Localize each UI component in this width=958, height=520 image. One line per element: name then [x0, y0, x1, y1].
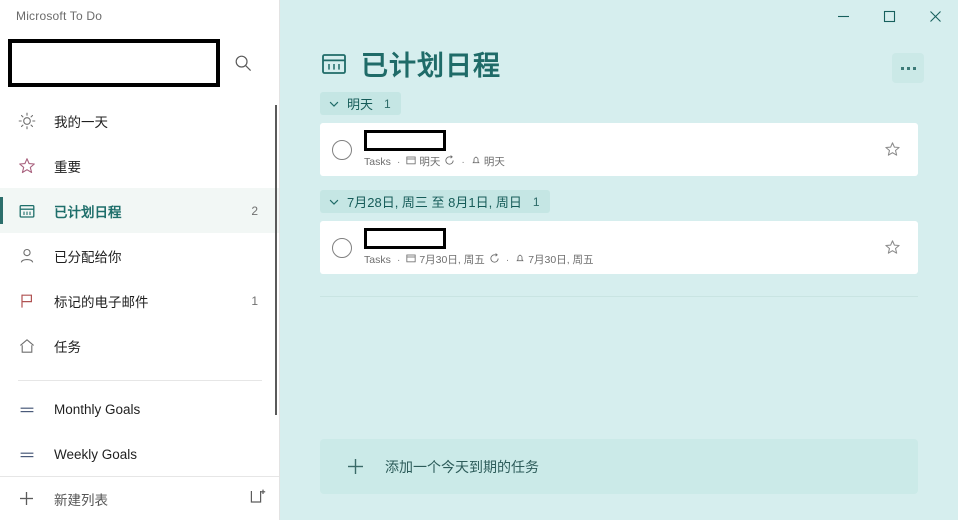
sidebar-item-assigned-to-you[interactable]: 已分配给你 — [0, 233, 280, 278]
repeat-icon — [489, 252, 500, 267]
star-icon[interactable] — [882, 140, 902, 160]
person-icon — [18, 247, 48, 265]
dot — [900, 66, 904, 70]
group-title: 明天 — [347, 97, 374, 112]
minimize-icon[interactable] — [820, 0, 866, 32]
task-list-name: Tasks — [364, 155, 391, 168]
calendar-icon — [18, 202, 48, 220]
sidebar-item-label: 重要 — [54, 159, 81, 175]
sidebar-nav: 我的一天 重要 已计划日程 2 已分配给你 标记的电子邮件 1 任务 Month… — [0, 94, 280, 477]
window-titlebar: Microsoft To Do — [0, 0, 280, 32]
sidebar-scrollbar[interactable] — [275, 105, 277, 415]
circle-unchecked-icon[interactable] — [332, 237, 352, 258]
sidebar-item-flagged-email[interactable]: 标记的电子邮件 1 — [0, 278, 280, 323]
maximize-icon[interactable] — [866, 0, 912, 32]
add-task-label: 添加一个今天到期的任务 — [385, 458, 539, 475]
calendar-icon — [320, 49, 348, 77]
task-reminder: 明天 — [471, 154, 505, 169]
close-icon[interactable] — [912, 0, 958, 32]
app-title: Microsoft To Do — [16, 9, 103, 23]
task-title[interactable] — [364, 130, 446, 151]
list-icon — [18, 446, 48, 464]
star-icon — [18, 157, 48, 175]
meta-separator: · — [505, 253, 510, 266]
sidebar-item-planned[interactable]: 已计划日程 2 — [0, 188, 280, 233]
meta-separator: · — [461, 155, 465, 168]
group-title: 7月28日, 周三 至 8月1日, 周日 — [347, 195, 522, 210]
task-metadata: Tasks · 7月30日, 周五 · 7月30日, 周五 — [364, 252, 882, 267]
star-icon[interactable] — [882, 238, 902, 258]
chevron-down-icon — [328, 196, 340, 208]
sidebar-item-count: 2 — [251, 203, 258, 218]
sidebar-list-label: Monthly Goals — [54, 402, 141, 417]
sidebar-divider — [18, 380, 262, 381]
sidebar-item-label: 任务 — [54, 339, 81, 355]
sidebar-item-my-day[interactable]: 我的一天 — [0, 98, 280, 143]
task-due: 明天 — [406, 154, 440, 169]
group-header-date-range[interactable]: 7月28日, 周三 至 8月1日, 周日 1 — [320, 190, 550, 213]
plus-icon — [346, 457, 365, 476]
sidebar-item-label: 我的一天 — [54, 114, 108, 130]
repeat-icon — [444, 154, 455, 169]
sidebar-item-label: 已计划日程 — [54, 204, 122, 220]
sidebar-item-tasks[interactable]: 任务 — [0, 323, 280, 368]
task-reminder-label: 明天 — [483, 156, 505, 168]
sidebar: Microsoft To Do 我的一天 重要 已计划日程 2 已分配给你 标记… — [0, 0, 280, 520]
calendar-icon — [406, 155, 416, 168]
sidebar-list-weekly-goals[interactable]: Weekly Goals — [0, 432, 280, 477]
new-list-bar: 新建列表 — [0, 476, 280, 520]
task-reminder-label: 7月30日, 周五 — [528, 254, 594, 266]
group-count: 1 — [532, 194, 540, 209]
new-group-icon[interactable] — [249, 488, 266, 510]
task-list-name: Tasks — [364, 253, 391, 266]
page-title: 已计划日程 — [361, 50, 501, 81]
task-reminder: 7月30日, 周五 — [515, 252, 594, 267]
task-row[interactable]: Tasks · 明天 · 明天 — [320, 123, 918, 176]
search-icon[interactable] — [220, 54, 266, 73]
task-row[interactable]: Tasks · 7月30日, 周五 · 7月30日, 周五 — [320, 221, 918, 274]
sidebar-item-count: 1 — [251, 293, 258, 308]
task-due-label: 明天 — [419, 156, 441, 168]
sun-icon — [18, 112, 48, 130]
meta-separator: · — [396, 253, 401, 266]
group-count: 1 — [384, 96, 391, 111]
task-due: 7月30日, 周五 — [406, 252, 485, 267]
main-panel: 已计划日程 明天 1 Tasks · 明天 · 明天 7月28日, 周三 至 8… — [280, 0, 958, 520]
add-task-button[interactable]: 添加一个今天到期的任务 — [320, 439, 918, 494]
task-body: Tasks · 7月30日, 周五 · 7月30日, 周五 — [364, 228, 882, 267]
task-title[interactable] — [364, 228, 446, 249]
app-window: Microsoft To Do 我的一天 重要 已计划日程 2 已分配给你 标记… — [0, 0, 958, 520]
task-content: 明天 1 Tasks · 明天 · 明天 7月28日, 周三 至 8月1日, 周… — [280, 92, 958, 297]
chevron-down-icon — [328, 98, 340, 110]
circle-unchecked-icon[interactable] — [332, 139, 352, 160]
calendar-icon — [406, 253, 416, 266]
task-due-label: 7月30日, 周五 — [419, 254, 485, 266]
home-icon — [18, 337, 48, 355]
flag-icon — [18, 292, 48, 310]
task-metadata: Tasks · 明天 · 明天 — [364, 154, 882, 169]
sidebar-item-important[interactable]: 重要 — [0, 143, 280, 188]
plus-icon — [18, 490, 48, 507]
sidebar-list-monthly-goals[interactable]: Monthly Goals — [0, 387, 280, 432]
meta-separator: · — [396, 155, 401, 168]
content-divider — [320, 296, 918, 297]
sidebar-item-label: 标记的电子邮件 — [54, 294, 149, 310]
task-body: Tasks · 明天 · 明天 — [364, 130, 882, 169]
new-list-button[interactable]: 新建列表 — [48, 489, 249, 509]
search-row — [0, 32, 280, 94]
dot — [912, 66, 916, 70]
sidebar-item-label: 已分配给你 — [54, 249, 122, 265]
search-input[interactable] — [8, 39, 220, 87]
dot — [906, 66, 910, 70]
list-icon — [18, 401, 48, 419]
more-options-button[interactable] — [892, 53, 924, 83]
group-header-tomorrow[interactable]: 明天 1 — [320, 92, 401, 115]
bell-icon — [471, 155, 481, 169]
bell-icon — [515, 253, 525, 267]
sidebar-list-label: Weekly Goals — [54, 447, 138, 462]
window-controls — [820, 0, 958, 32]
